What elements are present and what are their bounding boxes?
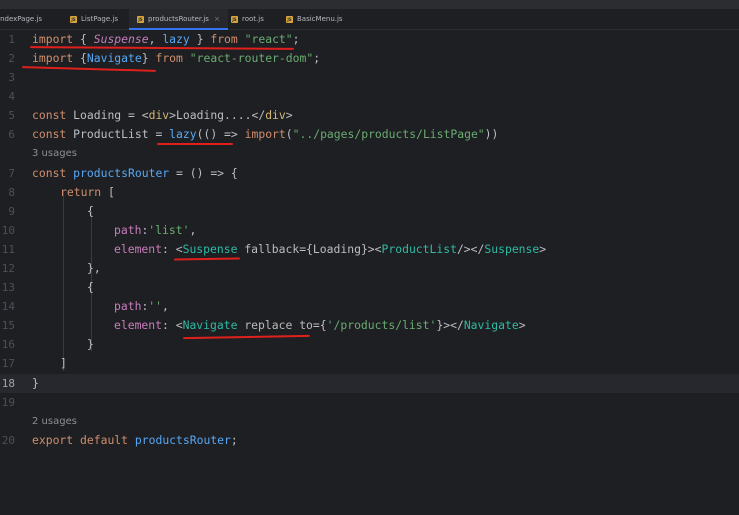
line-number: 5 (8, 109, 15, 122)
current-line-highlight (0, 374, 739, 393)
tab-indexpage[interactable]: IndexPage.js (0, 9, 42, 29)
code-line-14: path:'', (114, 299, 169, 313)
indent-guide (63, 192, 64, 371)
tab-listpage[interactable]: JS ListPage.js (70, 9, 118, 29)
js-file-icon: JS (70, 15, 77, 23)
code-line-18: } (32, 376, 39, 390)
annotation-underline (173, 257, 241, 261)
line-number: 17 (1, 357, 15, 370)
code-editor[interactable]: 1 2 3 4 5 6 7 8 9 10 11 12 13 14 15 16 1… (0, 30, 739, 515)
code-line-8: return [ (60, 185, 115, 199)
tab-root[interactable]: JS root.js (231, 9, 264, 29)
line-number: 12 (1, 262, 15, 275)
code-line-12: }, (87, 261, 101, 275)
line-number: 4 (8, 90, 15, 103)
close-icon[interactable]: × (214, 15, 220, 23)
window-top-strip (0, 0, 739, 9)
line-number: 14 (1, 300, 15, 313)
code-line-20: export default productsRouter; (32, 433, 238, 447)
tab-label: ListPage.js (81, 15, 118, 23)
code-line-10: path:'list', (114, 223, 197, 237)
code-line-16: } (87, 337, 94, 351)
line-number: 9 (8, 205, 15, 218)
line-number: 11 (1, 243, 15, 256)
tab-productsrouter[interactable]: JS productsRouter.js × (129, 9, 228, 30)
code-line-15: element: <Navigate replace to={'/product… (114, 318, 526, 332)
tab-label: productsRouter.js (148, 15, 209, 23)
line-number: 10 (1, 224, 15, 237)
line-number: 13 (1, 281, 15, 294)
code-line-13: { (87, 280, 94, 294)
editor-tab-bar: IndexPage.js JS ListPage.js JS productsR… (0, 9, 739, 30)
line-number: 19 (1, 396, 15, 409)
js-file-icon: JS (231, 15, 238, 23)
code-line-17: ] (60, 356, 67, 370)
usages-hint[interactable]: 2 usages (32, 412, 77, 431)
code-line-7: const productsRouter = () => { (32, 166, 238, 180)
js-file-icon: JS (137, 15, 144, 23)
line-number-current: 18 (1, 377, 15, 390)
tab-label: BasicMenu.js (297, 15, 343, 23)
code-line-11: element: <Suspense fallback={Loading}><P… (114, 242, 547, 256)
line-number: 20 (1, 434, 15, 447)
usages-hint[interactable]: 3 usages (32, 144, 77, 163)
line-number: 15 (1, 319, 15, 332)
line-number: 3 (8, 71, 15, 84)
tab-basicmenu[interactable]: JS BasicMenu.js (286, 9, 343, 29)
code-line-2: import {Navigate} from "react-router-dom… (32, 51, 321, 65)
line-number-gutter: 1 2 3 4 5 6 7 8 9 10 11 12 13 14 15 16 1… (0, 30, 22, 515)
line-number: 8 (8, 186, 15, 199)
line-number: 7 (8, 167, 15, 180)
js-file-icon: JS (286, 15, 293, 23)
code-line-5: const Loading = <div>Loading....</div> (32, 108, 293, 122)
line-number: 1 (8, 33, 15, 46)
code-line-6: const ProductList = lazy(() => import(".… (32, 127, 499, 141)
line-number: 6 (8, 128, 15, 141)
tab-label: root.js (242, 15, 264, 23)
annotation-underline (182, 334, 311, 340)
annotation-underline (157, 143, 233, 145)
tab-label: IndexPage.js (0, 15, 43, 23)
line-number: 2 (8, 52, 15, 65)
code-line-9: { (87, 204, 94, 218)
line-number: 16 (1, 338, 15, 351)
